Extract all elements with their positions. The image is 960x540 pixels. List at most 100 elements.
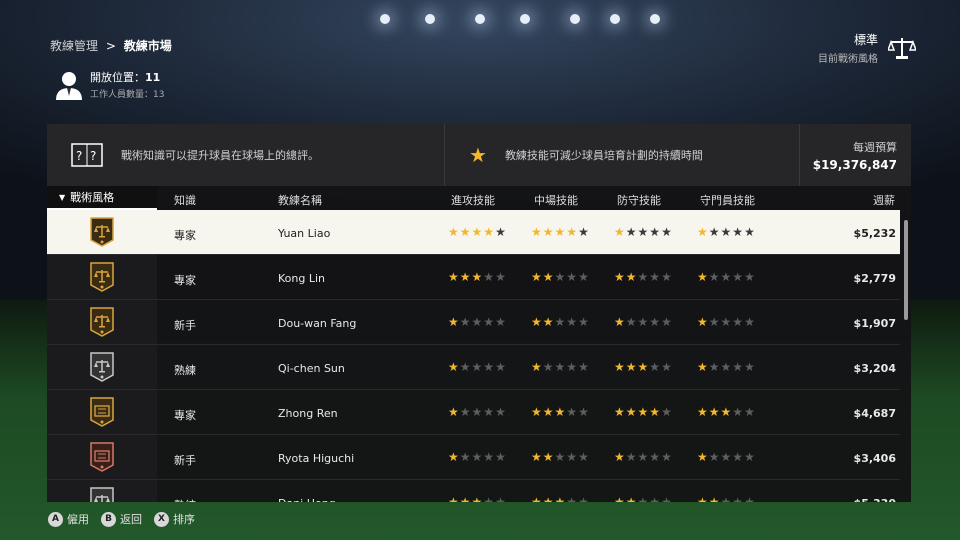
star-icon: ★ <box>649 495 662 502</box>
coach-row[interactable]: 熟練 Qi-chen Sun ★★★★★ ★★★★★ ★★★★★ ★★★★★ $3,204 <box>47 345 900 390</box>
star-icon: ★ <box>744 360 756 374</box>
breadcrumb-separator: > <box>105 39 116 53</box>
staff-avatar-icon <box>56 71 82 100</box>
star-icon: ★ <box>614 270 626 284</box>
star-icon: ★ <box>614 315 626 329</box>
defense-stars: ★★★★★ <box>614 450 673 464</box>
budget-label: 每週預算 <box>853 140 897 154</box>
star-icon: ★ <box>471 360 484 374</box>
defense-stars: ★★★★★ <box>614 405 673 419</box>
col-coach-name[interactable]: 教練名稱 <box>278 192 322 208</box>
attack-stars: ★★★★★ <box>448 405 507 419</box>
star-icon: ★ <box>531 315 543 329</box>
coach-wage: $5,232 <box>853 227 896 240</box>
col-weekly-wage[interactable]: 週薪 <box>873 192 895 208</box>
star-icon: ★ <box>566 360 579 374</box>
breadcrumb-parent[interactable]: 教練管理 <box>50 39 98 53</box>
star-icon: ★ <box>720 270 733 284</box>
tactic-style-badge-icon <box>47 210 157 254</box>
star-icon: ★ <box>744 405 756 419</box>
tactic-style-badge-icon <box>47 345 157 389</box>
coach-row[interactable]: 熟練Dani Hong★★★★★★★★★★★★★★★★★★★★$5,330 <box>47 480 900 502</box>
goalkeeper-stars: ★★★★★ <box>697 225 756 239</box>
coach-name: Dou-wan Fang <box>278 317 357 330</box>
coach-name: Yuan Liao <box>278 227 331 240</box>
coach-row[interactable]: 新手 Ryota Higuchi ★★★★★ ★★★★★ ★★★★★ ★★★★★ $3,40… <box>47 435 900 480</box>
star-icon: ★ <box>578 360 590 374</box>
hint-x[interactable]: X 排序 <box>154 511 195 527</box>
hint-label: 僱用 <box>67 513 89 526</box>
star-icon: ★ <box>471 270 484 284</box>
dropdown-arrow-icon: ▼ <box>59 192 66 202</box>
star-icon: ★ <box>637 450 650 464</box>
star-icon: ★ <box>697 225 709 239</box>
star-icon: ★ <box>614 495 626 502</box>
star-icon: ★ <box>578 270 590 284</box>
col-goalkeeper-skill[interactable]: 守門員技能 <box>700 192 755 208</box>
star-icon: ★ <box>637 405 650 419</box>
button-b-icon: B <box>101 511 116 527</box>
star-icon: ★ <box>483 270 496 284</box>
button-x-icon: X <box>154 511 169 527</box>
star-icon: ★ <box>708 495 721 502</box>
hint-a[interactable]: A 僱用 <box>48 511 89 527</box>
star-icon: ★ <box>614 360 626 374</box>
goalkeeper-stars: ★★★★★ <box>697 315 756 329</box>
skill-info: ★ 教練技能可減少球員培育計劃的持續時間 <box>445 124 800 186</box>
star-icon: ★ <box>708 225 721 239</box>
current-tactic-style: 標準 目前戰術風格 <box>818 31 916 65</box>
star-icon: ★ <box>495 405 507 419</box>
staff-summary: 開放位置：11 工作人員數量：13 <box>54 69 164 100</box>
star-icon: ★ <box>459 225 472 239</box>
col-attack-skill[interactable]: 進攻技能 <box>451 192 495 208</box>
hint-b[interactable]: B 返回 <box>101 511 142 527</box>
coach-row[interactable]: 專家 Zhong Ren ★★★★★ ★★★★★ ★★★★★ ★★★★★ $4,687 <box>47 390 900 435</box>
star-icon: ★ <box>637 495 650 502</box>
col-knowledge[interactable]: 知識 <box>174 192 196 208</box>
attack-stars: ★★★★★ <box>448 495 507 502</box>
tab-tactic-style[interactable]: ▼ 戰術風格 <box>47 186 157 210</box>
star-icon: ★ <box>720 495 733 502</box>
breadcrumb-current: 教練市場 <box>123 39 172 53</box>
star-icon: ★ <box>542 225 555 239</box>
star-icon: ★ <box>578 315 590 329</box>
table-header: ▼ 戰術風格 知識 教練名稱 進攻技能 中場技能 防守技能 守門員技能 週薪 <box>47 186 911 210</box>
coach-wage: $4,687 <box>853 407 896 420</box>
tactic-style-value: 標準 <box>853 33 878 47</box>
star-icon: ★ <box>566 225 579 239</box>
coach-name: Qi-chen Sun <box>278 362 345 375</box>
star-icon: ★ <box>578 450 590 464</box>
star-icon: ★ <box>697 405 709 419</box>
defense-stars: ★★★★★ <box>614 270 673 284</box>
star-icon: ★ <box>649 315 662 329</box>
star-icon: ★ <box>649 225 662 239</box>
star-icon: ★ <box>637 315 650 329</box>
star-icon: ★ <box>531 360 543 374</box>
coach-row[interactable]: 新手 Dou-wan Fang ★★★★★ ★★★★★ ★★★★★ ★★★★★ $1,907 <box>47 300 900 345</box>
star-icon: ★ <box>625 360 638 374</box>
star-icon: ★ <box>531 270 543 284</box>
star-icon: ★ <box>448 315 460 329</box>
star-icon: ★ <box>708 405 721 419</box>
star-icon: ★ <box>459 495 472 502</box>
col-defense-skill[interactable]: 防守技能 <box>617 192 661 208</box>
star-icon: ★ <box>744 225 756 239</box>
star-icon: ★ <box>720 360 733 374</box>
star-icon: ★ <box>661 405 673 419</box>
star-icon: ★ <box>459 405 472 419</box>
coach-name: Zhong Ren <box>278 407 338 420</box>
coach-row[interactable]: 專家 Kong Lin ★★★★★ ★★★★★ ★★★★★ ★★★★★ $2,779 <box>47 255 900 300</box>
goalkeeper-stars: ★★★★★ <box>697 360 756 374</box>
star-icon: ★ <box>708 315 721 329</box>
scrollbar[interactable] <box>904 220 908 320</box>
star-icon: ★ <box>720 315 733 329</box>
defense-stars: ★★★★★ <box>614 495 673 502</box>
col-midfield-skill[interactable]: 中場技能 <box>534 192 578 208</box>
star-icon: ★ <box>531 405 543 419</box>
coach-row[interactable]: 專家 Yuan Liao ★★★★★ ★★★★★ ★★★★★ ★★★★★ $5,232 <box>47 210 900 255</box>
star-icon: ★ <box>495 270 507 284</box>
star-icon: ★ <box>483 315 496 329</box>
star-icon: ★ <box>578 405 590 419</box>
star-icon: ★ <box>531 495 543 502</box>
star-icon: ★ <box>649 450 662 464</box>
